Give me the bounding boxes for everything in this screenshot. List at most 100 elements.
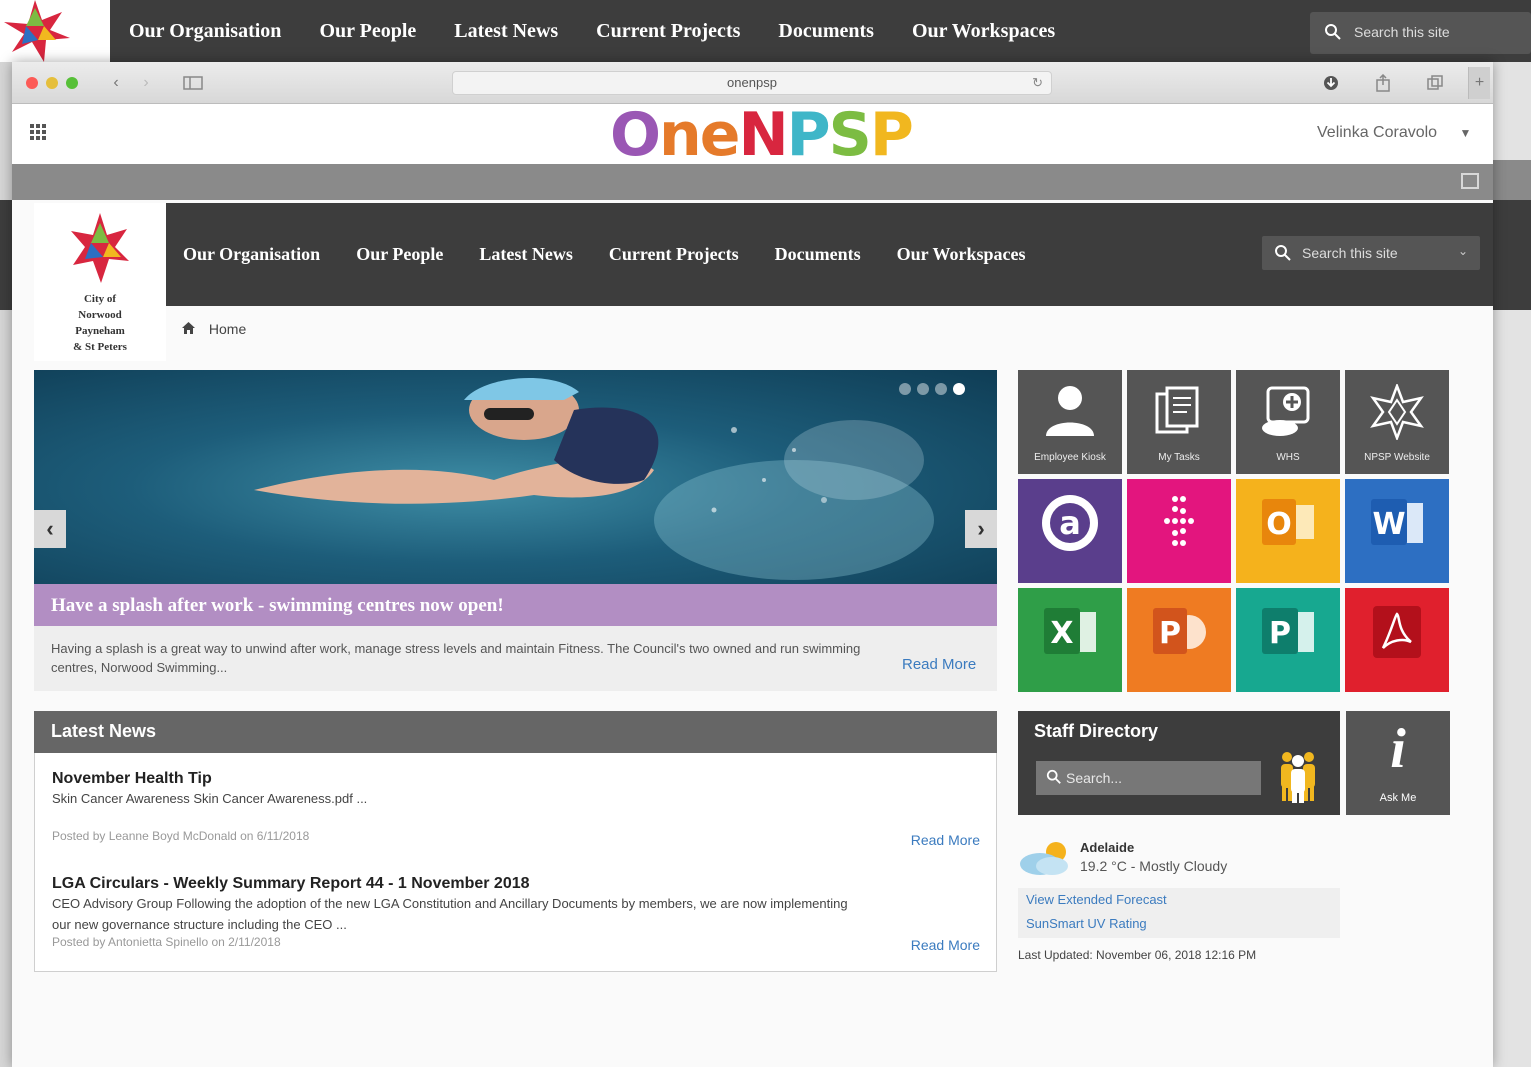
news-read-more-link[interactable]: Read More xyxy=(911,937,980,953)
people-icon xyxy=(1281,752,1315,803)
tile-employee-kiosk[interactable]: Employee Kiosk xyxy=(1018,370,1122,474)
tile-acrobat[interactable] xyxy=(1345,588,1449,692)
brand-letter: P xyxy=(869,100,914,170)
ribbon-bar xyxy=(12,164,1493,200)
address-bar[interactable]: onenpsp ↻ xyxy=(452,71,1052,95)
focus-mode-icon[interactable] xyxy=(1461,173,1479,189)
carousel-next-button[interactable]: › xyxy=(965,510,997,548)
minimize-window-button[interactable] xyxy=(46,77,58,89)
new-tab-button[interactable]: + xyxy=(1468,67,1490,99)
tile-my-tasks[interactable]: My Tasks xyxy=(1127,370,1231,474)
site-brand-logo: OneNPSP xyxy=(610,104,914,166)
background-search-placeholder: Search this site xyxy=(1354,24,1450,40)
back-icon[interactable]: ‹ xyxy=(106,72,126,94)
home-icon[interactable] xyxy=(182,321,199,337)
tile-label: NPSP Website xyxy=(1364,452,1430,463)
nav-current-projects[interactable]: Current Projects xyxy=(609,244,739,265)
brand-letter: N xyxy=(738,100,788,170)
tile-label: My Tasks xyxy=(1158,452,1200,463)
download-icon[interactable] xyxy=(1320,72,1342,94)
svg-text:P: P xyxy=(1269,616,1291,651)
weather-conditions: 19.2 °C - Mostly Cloudy xyxy=(1080,858,1228,874)
chevron-down-icon: ▼ xyxy=(1459,126,1472,140)
breadcrumb-home-link[interactable]: Home xyxy=(209,321,246,337)
staff-search-input[interactable]: Search... xyxy=(1036,761,1261,795)
background-nav-item: Current Projects xyxy=(596,19,741,42)
share-icon[interactable] xyxy=(1372,72,1394,94)
zoom-window-button[interactable] xyxy=(66,77,78,89)
nav-our-workspaces[interactable]: Our Workspaces xyxy=(897,244,1026,265)
brand-letter: e xyxy=(699,100,741,170)
carousel-slide-text: Having a splash is a great way to unwind… xyxy=(51,641,861,675)
chevron-down-icon[interactable]: ⌄ xyxy=(1458,244,1468,258)
svg-text:a: a xyxy=(1059,504,1081,542)
staff-directory-heading: Staff Directory xyxy=(1034,721,1159,741)
brand-letter: O xyxy=(610,100,661,170)
brand-letter: P xyxy=(786,100,831,170)
staff-search-placeholder: Search... xyxy=(1066,770,1123,786)
tile-app-dots[interactable] xyxy=(1127,479,1231,583)
close-window-button[interactable] xyxy=(26,77,38,89)
carousel-dot[interactable] xyxy=(935,383,947,395)
news-carousel: ‹ › Have a splash after work - swimming … xyxy=(34,370,997,691)
tabs-overview-icon[interactable] xyxy=(1424,72,1446,94)
nav-our-people[interactable]: Our People xyxy=(356,244,443,265)
extended-forecast-link[interactable]: View Extended Forecast xyxy=(1018,888,1340,912)
news-item-title[interactable]: November Health Tip xyxy=(52,770,980,788)
news-item: LGA Circulars - Weekly Summary Report 44… xyxy=(52,875,980,953)
news-item-description: CEO Advisory Group Following the adoptio… xyxy=(52,896,848,932)
carousel-dot[interactable] xyxy=(899,383,911,395)
uv-rating-link[interactable]: SunSmart UV Rating xyxy=(1018,912,1340,936)
news-item-meta: Posted by Antonietta Spinello on 2/11/20… xyxy=(52,935,281,949)
brand-letter: S xyxy=(828,100,872,170)
forward-icon[interactable]: › xyxy=(136,72,156,94)
user-menu[interactable]: Velinka Coravolo ▼ xyxy=(1317,124,1471,142)
app-launcher-icon[interactable] xyxy=(30,124,46,140)
tile-excel[interactable]: X xyxy=(1018,588,1122,692)
carousel-dot[interactable] xyxy=(917,383,929,395)
tile-npsp-website[interactable]: NPSP Website xyxy=(1345,370,1449,474)
carousel-previous-button[interactable]: ‹ xyxy=(34,510,66,548)
news-read-more-link[interactable]: Read More xyxy=(911,832,980,848)
svg-text:X: X xyxy=(1050,616,1073,651)
breadcrumb: Home xyxy=(182,321,246,337)
tile-outlook[interactable]: O xyxy=(1236,479,1340,583)
carousel-slide-title[interactable]: Have a splash after work - swimming cent… xyxy=(34,584,997,626)
svg-text:P: P xyxy=(1159,616,1181,651)
news-item-description: Skin Cancer Awareness Skin Cancer Awaren… xyxy=(52,791,368,806)
background-nav-item: Latest News xyxy=(454,19,559,42)
tile-whs[interactable]: WHS xyxy=(1236,370,1340,474)
nav-latest-news[interactable]: Latest News xyxy=(479,244,572,265)
tile-publisher[interactable]: P xyxy=(1236,588,1340,692)
background-nav: Our Organisation Our People Latest News … xyxy=(110,0,1074,62)
nav-documents[interactable]: Documents xyxy=(775,244,861,265)
carousel-dot[interactable] xyxy=(953,383,965,395)
suite-bar: OneNPSP Velinka Coravolo ▼ xyxy=(12,104,1493,166)
svg-text:W: W xyxy=(1372,507,1405,542)
tile-powerpoint[interactable]: P xyxy=(1127,588,1231,692)
background-nav-item: Our Organisation xyxy=(129,19,282,42)
ask-me-label: Ask Me xyxy=(1379,792,1417,804)
background-right-band-dark xyxy=(1493,200,1531,310)
site-search-input[interactable]: Search this site ⌄ xyxy=(1262,236,1480,270)
reload-icon[interactable]: ↻ xyxy=(1032,72,1043,94)
background-nav-item: Our Workspaces xyxy=(911,19,1056,42)
council-logo[interactable]: City of Norwood Payneham & St Peters xyxy=(34,203,166,361)
council-star-icon xyxy=(4,0,70,62)
search-icon xyxy=(1275,245,1291,261)
nav-our-organisation[interactable]: Our Organisation xyxy=(183,244,320,265)
sidebar-toggle-icon[interactable] xyxy=(180,72,206,94)
weather-city: Adelaide xyxy=(1080,840,1135,855)
tile-word[interactable]: W xyxy=(1345,479,1449,583)
tile-app-a[interactable]: a xyxy=(1018,479,1122,583)
news-item-title[interactable]: LGA Circulars - Weekly Summary Report 44… xyxy=(52,875,980,893)
ask-me-tile[interactable]: i Ask Me xyxy=(1346,711,1450,815)
search-icon xyxy=(1046,769,1061,784)
weather-last-updated: Last Updated: November 06, 2018 12:16 PM xyxy=(1018,948,1257,962)
svg-text:O: O xyxy=(1266,507,1292,542)
background-search: Search this site xyxy=(1310,12,1531,54)
site-navigation: Our Organisation Our People Latest News … xyxy=(166,203,1493,306)
carousel-read-more-link[interactable]: Read More xyxy=(902,656,976,673)
search-icon xyxy=(1325,24,1341,40)
carousel-slide-image xyxy=(34,370,997,584)
